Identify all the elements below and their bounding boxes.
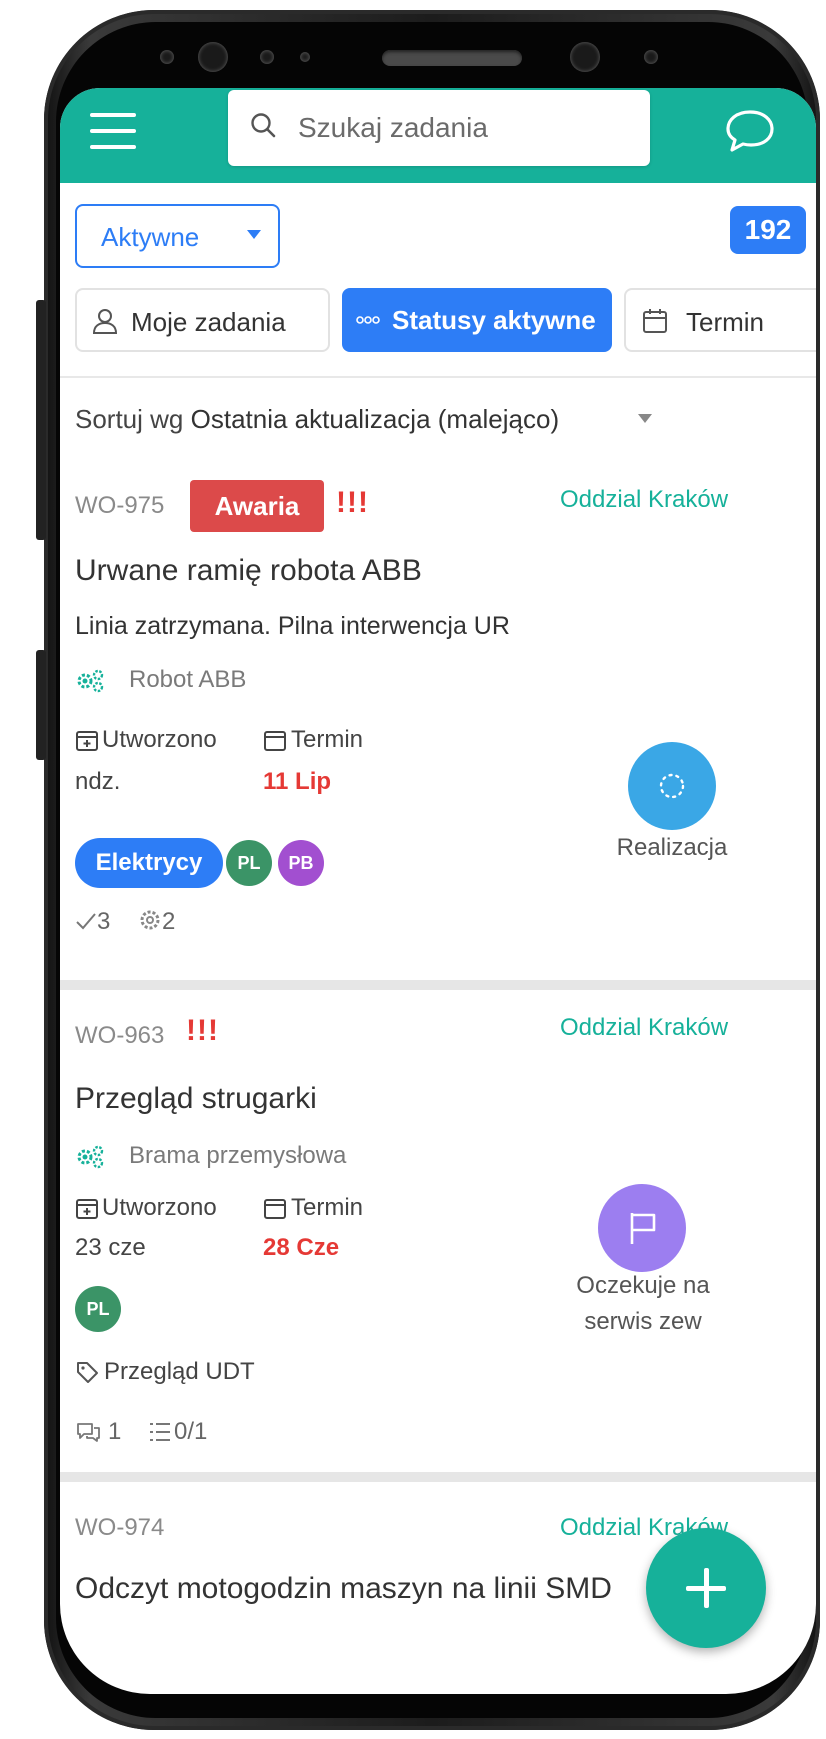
dots-icon [356, 316, 380, 324]
user-icon [92, 309, 118, 334]
check-icon [76, 913, 96, 930]
my-tasks-label: Moje zadania [131, 307, 286, 337]
created-label: Utworzono [102, 1194, 217, 1221]
hamburger-menu-icon[interactable] [90, 113, 136, 153]
avatar: PL [75, 1286, 121, 1332]
created-value: 23 cze [75, 1234, 146, 1261]
status-label-line1: Oczekuje na [576, 1272, 710, 1299]
gears-icon [77, 1145, 104, 1168]
branch-label: Oddzial Kraków [560, 486, 729, 513]
asset-row: Brama przemysłowa [75, 1142, 346, 1170]
sensor-dot [260, 50, 274, 64]
avatar: PB [278, 840, 324, 886]
earpiece-speaker [382, 50, 522, 66]
comments-count: 1 [108, 1418, 122, 1445]
task-id: WO-974 [75, 1514, 165, 1541]
deadline-chip[interactable]: Termin [624, 288, 816, 352]
add-task-button[interactable] [646, 1528, 766, 1648]
deadline-label: Termin [686, 307, 765, 337]
status-label-line2: serwis zew [584, 1308, 702, 1335]
created-label: Utworzono [102, 726, 217, 753]
task-description: Linia zatrzymana. Pilna interwencja UR [75, 612, 510, 640]
gear-icon [140, 910, 160, 930]
created-value: ndz. [75, 768, 121, 795]
checklist-icon [150, 1423, 170, 1441]
calendar-plus-icon [76, 1199, 98, 1219]
task-count-badge: 192 [730, 206, 806, 254]
search-placeholder: Szukaj zadania [298, 112, 488, 143]
due-label: Termin [291, 726, 364, 753]
sort-prefix: Sortuj wg [75, 404, 184, 434]
status-waiting-button[interactable] [598, 1184, 686, 1272]
search-icon [251, 113, 276, 138]
status-realizacja-button[interactable] [628, 742, 716, 830]
app-header: Szukaj zadania [60, 88, 816, 183]
calendar-icon [264, 731, 286, 751]
status-filter-label: Aktywne [101, 222, 200, 252]
progress-spinner-icon [659, 773, 685, 799]
task-title: Urwane ramię robota ABB [75, 554, 422, 587]
phone-top-sensors [150, 28, 690, 88]
task-title: Odczyt motogodzin maszyn na linii SMD [75, 1572, 612, 1605]
avatar: PL [226, 840, 272, 886]
task-id: WO-975 [75, 492, 165, 519]
search-input[interactable]: Szukaj zadania [228, 90, 650, 166]
asset-name: Brama przemysłowa [129, 1142, 347, 1169]
failure-badge: Awaria [190, 480, 324, 532]
gears-icon [77, 669, 104, 692]
checklist-count: 0/1 [174, 1418, 208, 1445]
active-statuses-label: Statusy aktywne [392, 305, 596, 335]
chevron-down-icon[interactable] [638, 414, 652, 423]
sensor-dot [300, 52, 310, 62]
task-id: WO-963 [75, 1022, 165, 1049]
my-tasks-chip[interactable]: Moje zadania [75, 288, 330, 352]
tag-icon [77, 1362, 98, 1383]
divider [60, 376, 816, 378]
calendar-icon [264, 1199, 286, 1219]
parts-count: 2 [162, 908, 176, 935]
task-title: Przegląd strugarki [75, 1082, 317, 1115]
completed-count: 3 [97, 908, 111, 935]
priority-indicator: !!! [336, 486, 369, 519]
status-label: Realizacja [616, 834, 728, 861]
asset-name: Robot ABB [129, 666, 247, 693]
chevron-down-icon [247, 230, 261, 239]
card-separator [60, 1472, 816, 1482]
active-statuses-chip[interactable]: Statusy aktywne [342, 288, 612, 352]
priority-indicator: !!! [186, 1014, 219, 1047]
due-value: 28 Cze [263, 1234, 340, 1261]
chat-icon[interactable] [724, 108, 776, 154]
due-value: 11 Lip [263, 768, 332, 795]
status-filter-select[interactable]: Aktywne [75, 204, 280, 268]
comments-icon [77, 1423, 100, 1442]
calendar-plus-icon [76, 731, 98, 751]
asset-row: Robot ABB [75, 666, 246, 694]
sort-value: Ostatnia aktualizacja (malejąco) [190, 404, 560, 434]
front-camera [198, 42, 228, 72]
sort-control[interactable]: Sortuj wg Ostatnia aktualizacja (malejąc… [75, 404, 559, 435]
iris-sensor [570, 42, 600, 72]
phone-side-button [36, 650, 46, 760]
sensor-dot [160, 50, 174, 64]
due-label: Termin [291, 1194, 364, 1221]
phone-side-button [36, 300, 46, 540]
calendar-icon [643, 309, 667, 333]
sensor-dot [644, 50, 658, 64]
tag-label: Przegląd UDT [104, 1358, 255, 1385]
flag-icon [630, 1213, 656, 1244]
app-screen: Szukaj zadania Aktywne 192 Moje zadania … [60, 88, 816, 1694]
branch-label: Oddzial Kraków [560, 1014, 729, 1041]
team-badge: Elektrycy [75, 838, 223, 888]
card-separator [60, 980, 816, 990]
